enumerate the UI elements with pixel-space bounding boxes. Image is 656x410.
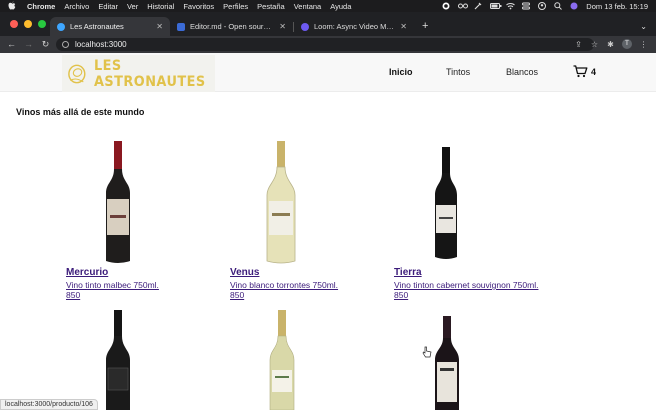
battery-icon[interactable]: [490, 2, 502, 10]
product-card: [230, 310, 380, 410]
close-tab-icon[interactable]: ✕: [400, 22, 407, 31]
menu-perfiles[interactable]: Perfiles: [223, 2, 248, 11]
shopping-cart-icon: [573, 65, 588, 78]
menu-ventana[interactable]: Ventana: [294, 2, 322, 11]
section-title: Vinos más allá de este mundo: [16, 107, 145, 117]
product-name[interactable]: Mercurio: [66, 267, 108, 278]
product-description[interactable]: Vino tinto malbec 750ml.: [66, 280, 159, 290]
siri-icon[interactable]: [570, 2, 578, 10]
product-price[interactable]: 850: [230, 290, 244, 300]
product-price[interactable]: 850: [66, 290, 80, 300]
astronaut-helmet-icon: [68, 64, 86, 83]
loom-favicon-icon: [301, 22, 309, 31]
wifi-icon[interactable]: [506, 2, 516, 10]
menu-editar[interactable]: Editar: [98, 2, 118, 11]
tab-title: Les Astronautes: [70, 22, 124, 31]
hand-cursor-icon: [422, 346, 432, 358]
nav-inicio[interactable]: Inicio: [389, 67, 413, 77]
site-info-icon[interactable]: [62, 41, 69, 48]
window-controls: [10, 20, 46, 28]
white-wine-bottle-image[interactable]: [262, 141, 300, 265]
search-icon[interactable]: [554, 2, 563, 10]
record-icon[interactable]: [442, 2, 450, 10]
apple-icon[interactable]: [8, 1, 17, 12]
product-card: Venus Vino blanco torrontes 750ml. 850: [230, 141, 380, 301]
address-bar-url: localhost:3000: [75, 40, 127, 49]
product-card: [66, 310, 216, 410]
tab-title: Editor.md - Open source online: [190, 22, 273, 31]
menu-favoritos[interactable]: Favoritos: [183, 2, 214, 11]
site-logo[interactable]: LES ASTRONAUTES: [62, 55, 215, 92]
tab-les-astronautes[interactable]: Les Astronautes ✕: [50, 17, 170, 36]
browser-toolbar: ← → ↻ localhost:3000 ⇪ ☆ ✱ T ⋮: [0, 36, 656, 53]
menu-app-name[interactable]: Chrome: [27, 2, 55, 11]
close-tab-icon[interactable]: ✕: [156, 22, 163, 31]
browser-tab-strip: Les Astronautes ✕ Editor.md - Open sourc…: [0, 12, 656, 36]
tab-loom[interactable]: Loom: Async Video Messaging ✕: [294, 17, 414, 36]
tab-search-chevron-icon[interactable]: ⌄: [640, 22, 647, 31]
link-status-bar: localhost:3000/producto/106: [0, 399, 98, 410]
back-arrow-icon[interactable]: ←: [6, 39, 17, 50]
nav-blancos[interactable]: Blancos: [506, 67, 538, 77]
reload-icon[interactable]: ↻: [40, 39, 51, 50]
site-header: LES ASTRONAUTES Inicio Tintos Blancos 4: [0, 53, 656, 92]
macos-menu-bar: Chrome Archivo Editar Ver Historial Favo…: [0, 0, 656, 12]
nav-tintos[interactable]: Tintos: [446, 67, 470, 77]
red-wine-bottle-image[interactable]: [102, 310, 134, 410]
product-description[interactable]: Vino blanco torrontes 750ml.: [230, 280, 338, 290]
glasses-icon[interactable]: [458, 2, 469, 10]
close-tab-icon[interactable]: ✕: [279, 22, 286, 31]
react-favicon-icon: [57, 22, 65, 31]
menu-ayuda[interactable]: Ayuda: [330, 2, 351, 11]
user-icon[interactable]: [538, 2, 547, 10]
minimize-window-button[interactable]: [24, 20, 32, 28]
profile-avatar[interactable]: T: [622, 39, 632, 49]
tab-editor-md[interactable]: Editor.md - Open source online ✕: [170, 17, 293, 36]
product-card: Tierra Vino tinton cabernet souvignon 75…: [394, 141, 554, 301]
control-center-icon[interactable]: [522, 2, 531, 10]
white-wine-bottle-image[interactable]: [266, 310, 298, 410]
menu-historial[interactable]: Historial: [147, 2, 174, 11]
menu-pestana[interactable]: Pestaña: [257, 2, 285, 11]
product-price[interactable]: 850: [394, 290, 408, 300]
menu-archivo[interactable]: Archivo: [64, 2, 89, 11]
product-card: Mercurio Vino tinto malbec 750ml. 850: [66, 141, 216, 301]
product-card: [394, 310, 544, 410]
cart-link[interactable]: 4: [573, 65, 596, 78]
page-viewport: LES ASTRONAUTES Inicio Tintos Blancos 4 …: [0, 53, 656, 410]
zoom-window-button[interactable]: [38, 20, 46, 28]
new-tab-plus-icon[interactable]: +: [422, 20, 428, 32]
product-name[interactable]: Tierra: [394, 267, 422, 278]
cart-count: 4: [591, 66, 597, 77]
share-icon[interactable]: ⇪: [574, 40, 583, 49]
red-wine-bottle-image[interactable]: [102, 141, 134, 265]
menubar-datetime: Dom 13 feb. 15:19: [586, 1, 648, 11]
product-description[interactable]: Vino tinton cabernet souvignon 750ml.: [394, 280, 538, 290]
extensions-puzzle-icon[interactable]: ✱: [606, 40, 615, 49]
forward-arrow-icon[interactable]: →: [23, 39, 34, 50]
address-bar[interactable]: localhost:3000: [56, 38, 594, 51]
tab-title: Loom: Async Video Messaging: [314, 22, 395, 31]
menu-ver[interactable]: Ver: [127, 2, 138, 11]
logo-text: LES ASTRONAUTES: [93, 57, 206, 90]
bookmark-star-icon[interactable]: ☆: [590, 40, 599, 49]
close-window-button[interactable]: [10, 20, 18, 28]
chrome-menu-icon[interactable]: ⋮: [639, 40, 648, 49]
dark-wine-bottle-image[interactable]: [432, 316, 462, 410]
cabernet-wine-bottle-image[interactable]: [432, 147, 460, 261]
editor-md-favicon-icon: [177, 22, 185, 31]
tool-icon[interactable]: [474, 2, 482, 10]
product-name[interactable]: Venus: [230, 267, 259, 278]
